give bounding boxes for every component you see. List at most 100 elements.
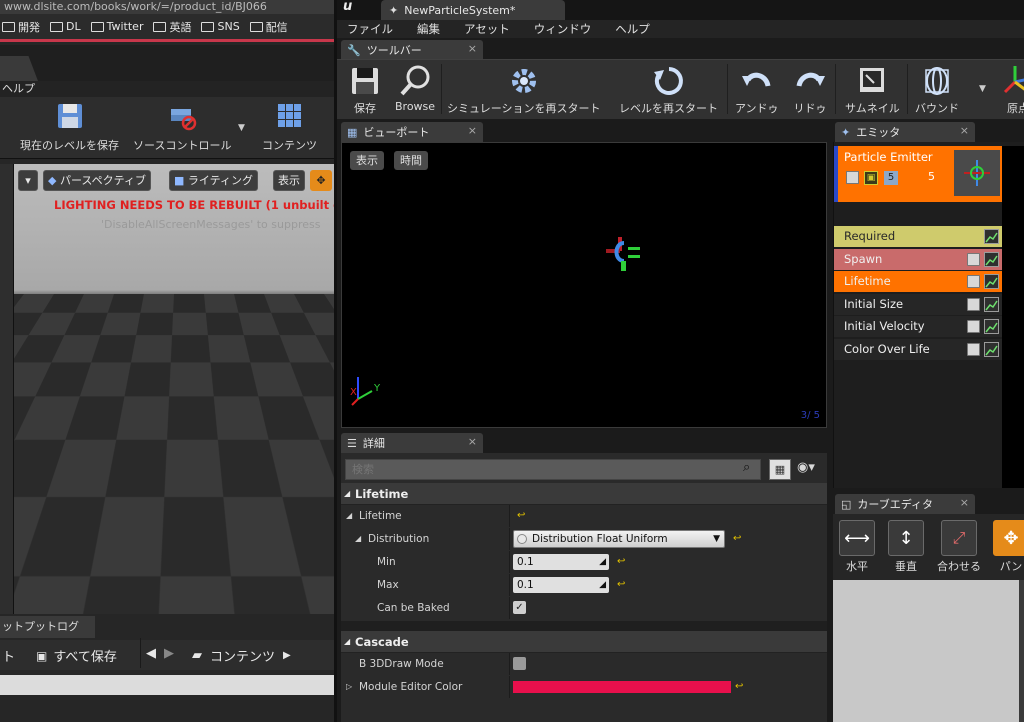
content-path-button[interactable]: ▰ コンテンツ ▶ xyxy=(192,646,291,665)
output-log-tab[interactable]: ットプットログ× xyxy=(0,616,95,655)
fit-all-button[interactable]: ⤢ 合わせる xyxy=(937,520,981,574)
close-icon[interactable]: × xyxy=(468,42,477,55)
module-initial-size[interactable]: Initial Size xyxy=(834,293,1002,315)
viewport-time-button[interactable]: 時間 xyxy=(394,151,428,170)
menu-file[interactable]: ファイル xyxy=(347,21,393,37)
bookmark-dev[interactable]: 開発 xyxy=(2,19,40,35)
can-be-baked-checkbox[interactable]: ✓ xyxy=(513,601,526,614)
module-enable-checkbox[interactable] xyxy=(967,297,980,311)
emitter-enable-checkbox[interactable] xyxy=(846,171,859,184)
forward-arrow-icon[interactable]: ▶ xyxy=(164,646,174,661)
close-icon[interactable]: × xyxy=(960,124,969,137)
fit-vertical-button[interactable]: ↕ 垂直 xyxy=(888,520,924,574)
show-button[interactable]: 表示 xyxy=(273,170,305,191)
collapse-arrow-icon[interactable]: ◢ xyxy=(346,505,352,527)
menu-help[interactable]: ヘルプ xyxy=(2,82,35,95)
eye-icon[interactable]: ◉▾ xyxy=(797,460,815,475)
module-initial-velocity[interactable]: Initial Velocity xyxy=(834,316,1002,337)
save-level-button[interactable]: 現在のレベルを保存 xyxy=(20,101,119,153)
bookmark-stream[interactable]: 配信 xyxy=(249,19,288,35)
back-arrow-icon[interactable]: ◀ xyxy=(146,646,156,661)
help-icon[interactable]: ? xyxy=(28,584,42,598)
source-control-button[interactable]: ソースコントロール xyxy=(133,101,231,153)
menu-window[interactable]: ウィンドウ xyxy=(534,21,592,37)
module-required[interactable]: Required xyxy=(834,226,1002,247)
save-all-button[interactable]: ▣ すべて保存 xyxy=(36,646,117,666)
module-enable-checkbox[interactable] xyxy=(967,275,980,288)
viewport-show-button[interactable]: 表示 xyxy=(350,151,384,170)
content-filter-input[interactable] xyxy=(0,675,334,695)
expand-arrow-icon[interactable]: ▷ xyxy=(346,676,352,698)
module-color-over-life[interactable]: Color Over Life xyxy=(834,338,1002,360)
curve-editor-tab[interactable]: ◱ カーブエディタ × xyxy=(835,494,975,514)
close-icon[interactable]: × xyxy=(960,496,969,509)
dropdown-arrow-icon[interactable]: ▼ xyxy=(238,123,245,133)
asset-tab[interactable]: ✦ NewParticleSystem* xyxy=(381,0,565,20)
module-enable-checkbox[interactable] xyxy=(967,252,980,266)
bookmark-english[interactable]: 英語 xyxy=(153,19,191,35)
perspective-button[interactable]: ◆ パースペクティブ xyxy=(43,170,151,191)
cascade-section-header[interactable]: ◢ Cascade xyxy=(341,631,827,653)
reset-arrow-icon[interactable]: ↩ xyxy=(733,528,741,550)
level-viewport[interactable]: LIGHTING NEEDS TO BE REBUILT (1 unbuilt … xyxy=(14,164,334,614)
curve-graph-icon[interactable] xyxy=(984,319,999,334)
restart-simulation-button[interactable]: シミュレーションを再スタート xyxy=(447,64,601,116)
bookmark-dl[interactable]: DL xyxy=(50,20,81,33)
reset-arrow-icon[interactable]: ↩ xyxy=(617,551,625,573)
undo-button[interactable]: アンドゥ xyxy=(735,64,779,116)
close-icon[interactable]: × xyxy=(468,124,477,137)
redo-button[interactable]: リドゥ xyxy=(793,64,827,116)
curve-graph-icon[interactable] xyxy=(984,251,999,267)
curve-graph-icon[interactable] xyxy=(984,296,999,312)
fit-horizontal-button[interactable]: ⟷ 水平 xyxy=(839,520,875,574)
move-tool-button[interactable]: ✥ xyxy=(310,170,332,191)
pan-button[interactable]: ✥ パン xyxy=(993,520,1024,574)
content-button[interactable]: コンテンツ xyxy=(262,101,317,153)
emitter-header[interactable]: Particle Emitter ▣ 5 5 xyxy=(834,146,1002,202)
browse-button[interactable]: Browse xyxy=(395,64,435,113)
viewport-options-button[interactable]: ▾ xyxy=(18,170,38,191)
module-enable-checkbox[interactable] xyxy=(967,320,980,333)
toolbar-panel-tab[interactable]: 🔧 ツールバー × xyxy=(341,40,483,60)
emitter-panel-tab[interactable]: ✦ エミッタ × xyxy=(835,122,975,142)
menu-help[interactable]: ヘルプ xyxy=(615,21,650,37)
particle-viewport[interactable]: 表示 時間 X Y 3/ 5 xyxy=(341,142,827,428)
module-enable-checkbox[interactable] xyxy=(967,342,980,356)
restart-level-button[interactable]: レベルを再スタート xyxy=(619,64,718,116)
browser-url-bar[interactable]: www.dlsite.com/books/work/=/product_id/B… xyxy=(0,0,334,14)
close-icon[interactable]: × xyxy=(468,435,477,448)
reset-arrow-icon[interactable]: ↩ xyxy=(617,574,625,596)
origin-axis-button[interactable]: 原点 xyxy=(1001,64,1024,116)
import-fragment[interactable]: ト xyxy=(2,646,15,665)
collapse-arrow-icon[interactable]: ◢ xyxy=(355,528,361,550)
menu-asset[interactable]: アセット xyxy=(464,21,510,37)
thumbnail-button[interactable]: サムネイル xyxy=(845,64,900,116)
emitter-render-mode-icon[interactable]: ▣ xyxy=(864,171,878,185)
module-editor-color-swatch[interactable] xyxy=(513,681,731,693)
min-value-field[interactable]: 0.1 ◢ xyxy=(513,554,609,570)
curve-graph-icon[interactable] xyxy=(984,229,999,244)
save-button[interactable]: 保存 xyxy=(349,64,381,116)
curve-track-list[interactable] xyxy=(833,580,1019,722)
view-options-button[interactable]: ▦ xyxy=(769,459,791,480)
viewport-panel-tab[interactable]: ▦ ビューポート × xyxy=(341,122,483,142)
bookmark-twitter[interactable]: Twitter xyxy=(90,20,143,33)
details-search-input[interactable] xyxy=(345,459,761,480)
lifetime-section-header[interactable]: ◢ Lifetime xyxy=(341,483,827,505)
menu-edit[interactable]: 編集 xyxy=(417,21,440,37)
lighting-button[interactable]: ■ ライティング xyxy=(169,170,259,191)
curve-graph-icon[interactable] xyxy=(984,341,999,357)
3d-draw-mode-checkbox[interactable] xyxy=(513,657,526,670)
curve-graph-icon[interactable] xyxy=(984,274,999,289)
bounds-button[interactable]: バウンド xyxy=(915,64,959,116)
module-lifetime[interactable]: Lifetime xyxy=(834,271,1002,292)
max-value-field[interactable]: 0.1 ◢ xyxy=(513,577,609,593)
drag-handle-icon[interactable]: ◢ xyxy=(599,577,606,593)
bookmark-sns[interactable]: SNS xyxy=(201,20,240,33)
details-panel-tab[interactable]: ☰ 詳細 × xyxy=(341,433,483,453)
dropdown-arrow-icon[interactable]: ▼ xyxy=(979,84,986,94)
module-spawn[interactable]: Spawn xyxy=(834,248,1002,270)
reset-arrow-icon[interactable]: ↩ xyxy=(735,676,743,698)
drag-handle-icon[interactable]: ◢ xyxy=(599,554,606,570)
reset-arrow-icon[interactable]: ↩ xyxy=(517,505,525,527)
